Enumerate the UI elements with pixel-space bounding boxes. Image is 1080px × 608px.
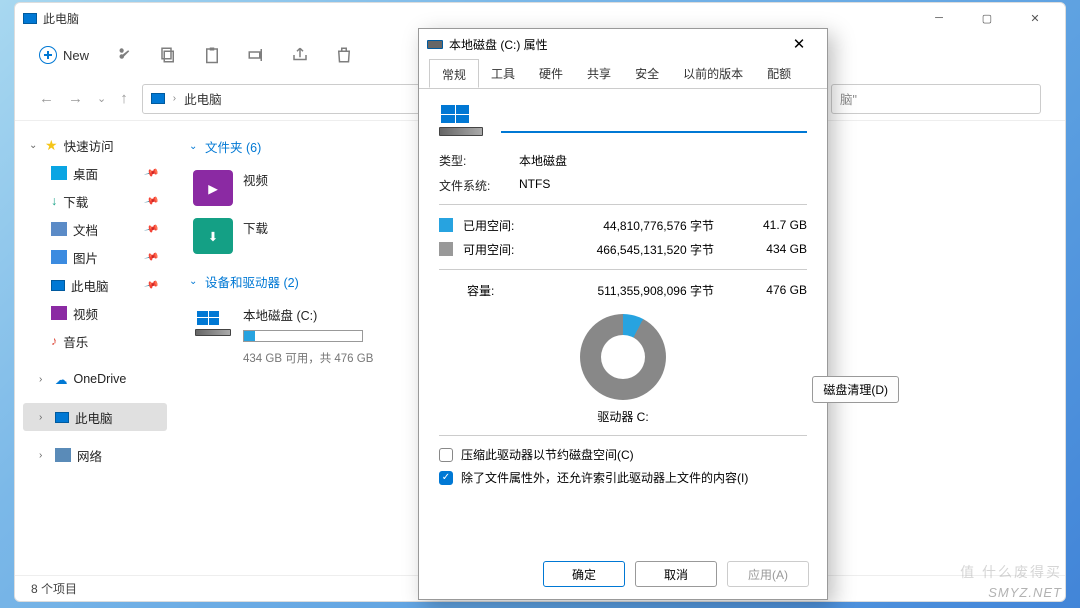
document-icon [51, 222, 67, 236]
drive-label: 驱动器 C: [597, 408, 648, 425]
item-count: 8 个项目 [31, 580, 77, 597]
delete-icon[interactable] [335, 46, 353, 64]
tab-hardware[interactable]: 硬件 [527, 59, 575, 88]
dialog-footer: 确定 取消 应用(A) [419, 549, 827, 599]
breadcrumb[interactable]: 此电脑 [184, 89, 222, 108]
plus-icon [39, 46, 57, 64]
thispc-icon [51, 280, 65, 291]
used-swatch [439, 218, 453, 232]
back-button[interactable]: ← [39, 90, 54, 107]
dialog-close-button[interactable]: ✕ [779, 30, 819, 58]
cut-icon[interactable] [115, 46, 133, 64]
new-button[interactable]: New [39, 46, 89, 64]
rename-icon[interactable] [247, 46, 265, 64]
pin-icon: 📌 [143, 249, 159, 265]
tab-sharing[interactable]: 共享 [575, 59, 623, 88]
thispc-icon [23, 13, 37, 24]
minimize-button[interactable]: ─ [917, 4, 961, 32]
sidebar-quick-access[interactable]: ⌄★快速访问 [23, 131, 167, 159]
window-title: 此电脑 [43, 10, 79, 27]
nav-sidebar: ⌄★快速访问 桌面📌 ↓下载📌 文档📌 图片📌 此电脑📌 视频 ♪音乐 ›☁On… [15, 121, 175, 575]
up-button[interactable]: ↑ [120, 90, 128, 107]
properties-dialog: 本地磁盘 (C:) 属性 ✕ 常规 工具 硬件 共享 安全 以前的版本 配额 类… [418, 28, 828, 600]
sidebar-item-desktop[interactable]: 桌面📌 [23, 159, 167, 187]
close-button[interactable]: ✕ [1013, 4, 1057, 32]
ok-button[interactable]: 确定 [543, 561, 625, 587]
video-icon: ▶ [193, 170, 233, 206]
music-icon: ♪ [51, 334, 57, 348]
drive-icon [439, 105, 483, 136]
tab-general[interactable]: 常规 [429, 59, 479, 88]
fs-value: NTFS [519, 177, 807, 194]
dialog-body: 类型:本地磁盘 文件系统:NTFS 已用空间: 44,810,776,576 字… [419, 89, 827, 549]
type-value: 本地磁盘 [519, 152, 807, 169]
drive-icon [193, 305, 233, 341]
thispc-icon [55, 412, 69, 423]
star-icon: ★ [45, 137, 58, 154]
index-checkbox-row[interactable]: ✓ 除了文件属性外，还允许索引此驱动器上文件的内容(I) [439, 469, 807, 486]
checkbox-checked[interactable]: ✓ [439, 471, 453, 485]
video-icon [51, 306, 67, 320]
sidebar-item-music[interactable]: ♪音乐 [23, 327, 167, 355]
tab-bar: 常规 工具 硬件 共享 安全 以前的版本 配额 [419, 59, 827, 89]
sidebar-item-documents[interactable]: 文档📌 [23, 215, 167, 243]
drive-icon [427, 40, 443, 49]
usage-donut-chart [580, 314, 666, 400]
pictures-icon [51, 250, 67, 264]
watermark: SMYZ.NET [988, 585, 1062, 600]
forward-button[interactable]: → [68, 90, 83, 107]
copy-icon[interactable] [159, 46, 177, 64]
tab-previous[interactable]: 以前的版本 [671, 59, 755, 88]
sidebar-item-videos[interactable]: 视频 [23, 299, 167, 327]
sidebar-item-downloads[interactable]: ↓下载📌 [23, 187, 167, 215]
capacity-row: 容量: 511,355,908,096 字节 476 GB [439, 280, 807, 300]
pin-icon: 📌 [143, 277, 159, 293]
watermark-cn: 值 什么废得买 [960, 562, 1062, 582]
search-placeholder: 脑" [840, 89, 857, 108]
sidebar-onedrive[interactable]: ›☁OneDrive [23, 365, 167, 393]
share-icon[interactable] [291, 46, 309, 64]
tab-quota[interactable]: 配额 [755, 59, 803, 88]
dialog-title: 本地磁盘 (C:) 属性 [449, 36, 548, 53]
cancel-button[interactable]: 取消 [635, 561, 717, 587]
used-space-row: 已用空间: 44,810,776,576 字节 41.7 GB [439, 215, 807, 235]
maximize-button[interactable]: ▢ [965, 4, 1009, 32]
dialog-title-bar: 本地磁盘 (C:) 属性 ✕ [419, 29, 827, 59]
tab-tools[interactable]: 工具 [479, 59, 527, 88]
sidebar-item-pictures[interactable]: 图片📌 [23, 243, 167, 271]
download-icon: ↓ [51, 194, 57, 208]
cloud-icon: ☁ [55, 372, 68, 387]
disk-cleanup-button[interactable]: 磁盘清理(D) [812, 376, 899, 403]
paste-icon[interactable] [203, 46, 221, 64]
search-box[interactable]: 脑" [831, 84, 1041, 114]
free-swatch [439, 242, 453, 256]
sidebar-network[interactable]: ›网络 [23, 441, 167, 469]
drive-name-input[interactable] [501, 109, 807, 133]
apply-button[interactable]: 应用(A) [727, 561, 809, 587]
usage-bar [243, 330, 363, 342]
sidebar-item-thispc[interactable]: 此电脑📌 [23, 271, 167, 299]
download-icon: ⬇ [193, 218, 233, 254]
pin-icon: 📌 [143, 193, 159, 209]
tab-security[interactable]: 安全 [623, 59, 671, 88]
compress-checkbox-row[interactable]: 压缩此驱动器以节约磁盘空间(C) [439, 446, 807, 463]
desktop-icon [51, 166, 67, 180]
thispc-icon [151, 93, 165, 104]
sidebar-thispc[interactable]: ›此电脑 [23, 403, 167, 431]
network-icon [55, 448, 71, 462]
recent-dropdown[interactable]: ⌄ [97, 92, 106, 105]
pin-icon: 📌 [143, 221, 159, 237]
free-space-row: 可用空间: 466,545,131,520 字节 434 GB [439, 239, 807, 259]
pin-icon: 📌 [143, 165, 159, 181]
checkbox-unchecked[interactable] [439, 448, 453, 462]
chevron-right-icon: › [173, 93, 176, 104]
